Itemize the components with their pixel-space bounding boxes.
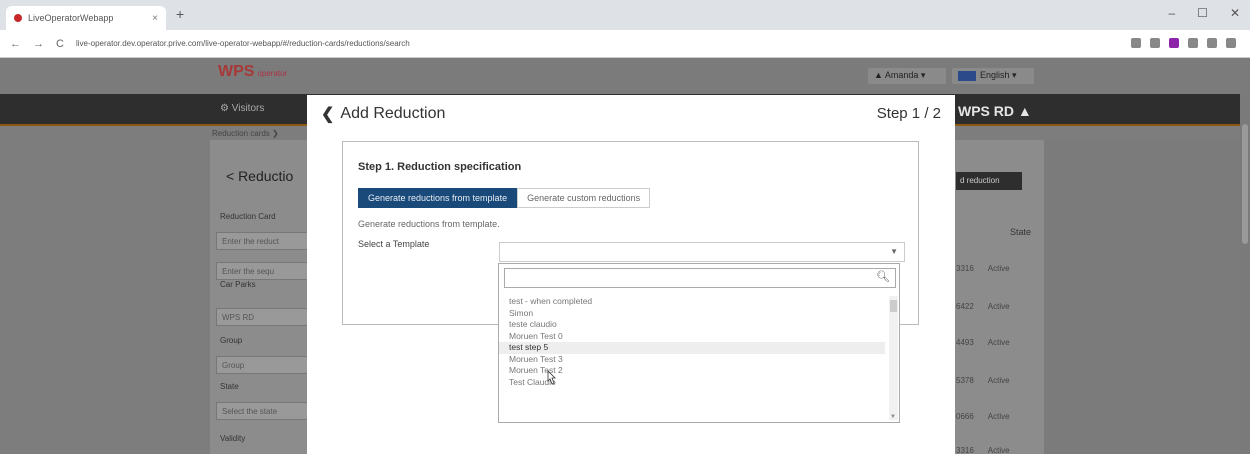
language-select[interactable]: English ▾ [952, 68, 1034, 84]
breadcrumb[interactable]: Reduction cards ❯ [212, 129, 279, 138]
chevron-left-icon: ❮ [321, 106, 335, 123]
nav-visitors[interactable]: ⚙ Visitors [220, 103, 264, 114]
filter-field[interactable]: Select the state [216, 402, 308, 420]
table-row[interactable]: 6422 Active [956, 302, 1010, 311]
flag-icon [958, 70, 976, 81]
forward-icon[interactable]: → [33, 38, 44, 50]
page-background [1044, 140, 1250, 454]
reload-icon[interactable]: C [56, 38, 64, 50]
new-tab-button[interactable]: + [176, 6, 184, 22]
table-row[interactable]: 5378 Active [956, 376, 1010, 385]
modal-header: ❮ Add Reduction Step 1 / 2 [307, 95, 955, 135]
modal-back-button[interactable]: ❮ Add Reduction [321, 104, 445, 124]
filter-panel-title[interactable]: < Reductio [226, 168, 293, 184]
template-select[interactable]: ▼ [499, 242, 905, 262]
filter-label: Group [220, 336, 243, 345]
back-icon[interactable]: ← [10, 38, 21, 50]
mode-toggle: Generate reductions from template Genera… [358, 188, 651, 208]
user-menu[interactable]: ▲ Amanda ▾ [868, 68, 946, 84]
filter-label: State [220, 382, 239, 391]
extension-icons [1131, 38, 1236, 48]
car-park-selector[interactable]: WPS RD ▲ [958, 103, 1032, 119]
close-window-button[interactable]: ✕ [1230, 6, 1240, 20]
filter-label: Car Parks [220, 280, 256, 289]
caret-down-icon: ▼ [890, 247, 898, 256]
table-row[interactable]: 3316 Active [956, 264, 1010, 273]
step-indicator: Step 1 / 2 [876, 105, 941, 122]
menu-icon[interactable] [1226, 38, 1236, 48]
browser-tab[interactable]: LiveOperatorWebapp × [6, 6, 166, 30]
window-controls: – ☐ ✕ [1168, 6, 1240, 20]
dropdown-option[interactable]: Simon [499, 308, 885, 320]
filter-field[interactable]: Enter the reduct [216, 232, 308, 250]
key-icon[interactable] [1131, 38, 1141, 48]
filter-label: Validity [220, 434, 246, 443]
dropdown-scrollbar-thumb[interactable] [890, 300, 897, 312]
extension-puzzle-icon[interactable] [1188, 38, 1198, 48]
state-column-header: State [1010, 227, 1032, 237]
dropdown-scrollbar[interactable]: ▼ [889, 296, 898, 420]
dropdown-option[interactable]: Moruen Test 0 [499, 331, 885, 343]
mode-description: Generate reductions from template. [358, 219, 500, 229]
table-row[interactable]: 0666 Active [956, 412, 1010, 421]
maximize-button[interactable]: ☐ [1197, 6, 1208, 20]
favicon-icon [14, 14, 22, 22]
page-scrollbar[interactable] [1240, 94, 1250, 454]
add-reduction-button[interactable]: d reduction [956, 172, 1022, 190]
dropdown-option[interactable]: teste claudio [499, 319, 885, 331]
dropdown-option-highlighted[interactable]: test step 5 [499, 342, 885, 354]
tab-close-icon[interactable]: × [152, 13, 158, 24]
minimize-button[interactable]: – [1168, 6, 1175, 20]
scroll-down-icon[interactable]: ▼ [890, 414, 896, 420]
tab-from-template[interactable]: Generate reductions from template [358, 188, 518, 208]
table-row[interactable]: 4493 Active [956, 338, 1010, 347]
filter-field[interactable]: Enter the sequ [216, 262, 308, 280]
filter-field[interactable]: WPS RD [216, 308, 308, 326]
dropdown-search-input[interactable] [504, 268, 896, 288]
app-header [0, 58, 1250, 94]
url-field[interactable]: live-operator.dev.operator.prive.com/liv… [76, 39, 410, 48]
extension-icon[interactable] [1169, 38, 1179, 48]
tab-title: LiveOperatorWebapp [28, 13, 114, 23]
template-select-label: Select a Template [358, 239, 430, 249]
dropdown-option[interactable]: test - when completed [499, 296, 885, 308]
section-title: Step 1. Reduction specification [358, 161, 522, 173]
filter-field[interactable]: Group [216, 356, 308, 374]
star-icon[interactable] [1150, 38, 1160, 48]
brand-logo: WPS operator [218, 63, 288, 80]
template-dropdown: 🔍︎ test - when completed Simon teste cla… [498, 263, 900, 423]
filter-label: Reduction Card [220, 212, 276, 221]
tab-custom-reductions[interactable]: Generate custom reductions [517, 188, 651, 208]
profile-icon[interactable] [1207, 38, 1217, 48]
address-bar: ← → C live-operator.dev.operator.prive.c… [0, 30, 1250, 58]
scrollbar-thumb[interactable] [1242, 124, 1248, 244]
modal-title: Add Reduction [340, 105, 446, 122]
dropdown-option[interactable]: Moruen Test 3 [499, 354, 885, 366]
mouse-cursor-icon [547, 370, 556, 385]
browser-tabstrip: LiveOperatorWebapp × + – ☐ ✕ [0, 0, 1250, 30]
table-row[interactable]: 3316 Active [956, 446, 1010, 454]
